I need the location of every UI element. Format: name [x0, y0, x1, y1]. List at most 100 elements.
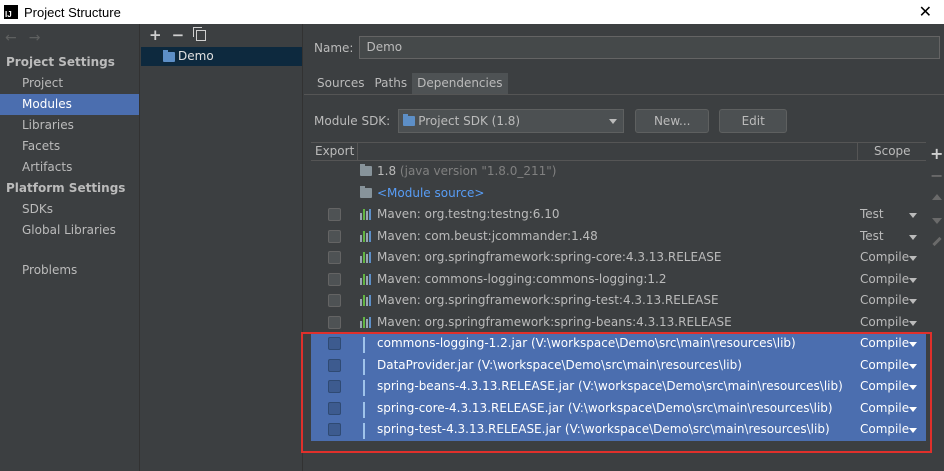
export-checkbox[interactable]	[328, 423, 341, 436]
dependency-name: DataProvider.jar (V:\workspace\Demo\src\…	[377, 357, 742, 372]
dependency-name: commons-logging-1.2.jar (V:\workspace\De…	[377, 336, 796, 350]
sidebar-item-facets[interactable]: Facets	[0, 136, 139, 157]
export-checkbox[interactable]	[328, 337, 341, 350]
copy-icon[interactable]	[193, 26, 207, 41]
chevron-down-icon[interactable]	[909, 385, 917, 390]
sidebar-item-project[interactable]: Project	[0, 73, 139, 94]
module-folder-icon	[163, 49, 175, 62]
module-source-row[interactable]: <Module source>	[311, 183, 926, 205]
close-icon[interactable]: ✕	[919, 2, 932, 21]
table-row[interactable]: commons-logging-1.2.jar (V:\workspace\De…	[311, 333, 926, 355]
history-nav: ← →	[0, 24, 139, 52]
scope-select[interactable]: Compile	[860, 333, 909, 355]
dependency-name: Maven: org.springframework:spring-test:4…	[377, 293, 719, 307]
module-name-field[interactable]: Demo	[359, 36, 941, 59]
scope-select[interactable]: Test	[860, 204, 884, 226]
export-checkbox[interactable]	[328, 380, 341, 393]
add-dependency-icon[interactable]: +	[930, 144, 943, 163]
scope-column-header[interactable]: Scope	[858, 143, 926, 160]
scope-select[interactable]: Compile	[860, 247, 909, 269]
module-sdk-select[interactable]: Project SDK (1.8)	[398, 109, 625, 133]
table-row[interactable]: Maven: org.testng:testng:6.10 Test	[311, 204, 926, 226]
remove-icon[interactable]: −	[172, 26, 185, 44]
dependencies-table: Export Scope 1.8 (java version "1.8.0_21…	[311, 142, 926, 471]
add-icon[interactable]: +	[149, 26, 162, 44]
modules-toolbar: + −	[141, 24, 302, 46]
maven-library-icon	[360, 273, 372, 285]
module-item-demo[interactable]: Demo	[141, 47, 302, 66]
export-checkbox[interactable]	[328, 208, 341, 221]
module-source-label: <Module source>	[377, 185, 485, 200]
platform-settings-heading: Platform Settings	[6, 181, 126, 195]
module-sdk-value: Project SDK (1.8)	[418, 114, 521, 128]
table-row[interactable]: Maven: org.springframework:spring-beans:…	[311, 312, 926, 334]
chevron-down-icon[interactable]	[909, 320, 917, 326]
sidebar-item-artifacts[interactable]: Artifacts	[0, 157, 139, 178]
export-column-header[interactable]: Export	[311, 143, 358, 160]
scope-select[interactable]: Compile	[860, 290, 909, 312]
module-sdk-label: Module SDK:	[314, 114, 391, 128]
chevron-down-icon[interactable]	[909, 299, 917, 304]
tab-sources[interactable]: Sources	[312, 73, 369, 94]
export-checkbox[interactable]	[328, 272, 341, 286]
sidebar-item-libraries[interactable]: Libraries	[0, 115, 139, 136]
sidebar-item-modules[interactable]: Modules	[0, 94, 139, 115]
sidebar-item-problems[interactable]: Problems	[0, 260, 139, 281]
table-row[interactable]: Maven: org.springframework:spring-core:4…	[311, 247, 926, 269]
project-settings-heading: Project Settings	[6, 55, 115, 69]
jar-icon	[360, 401, 365, 418]
table-row[interactable]: spring-beans-4.3.13.RELEASE.jar (V:\work…	[311, 376, 926, 398]
table-row[interactable]: Maven: com.beust:jcommander:1.48 Test	[311, 226, 926, 248]
move-up-icon[interactable]	[932, 194, 942, 200]
remove-dependency-icon[interactable]: −	[930, 166, 943, 185]
export-checkbox[interactable]	[328, 315, 341, 329]
sidebar-item-global-libraries[interactable]: Global Libraries	[0, 220, 139, 241]
scope-select[interactable]: Compile	[860, 419, 909, 441]
table-row[interactable]: Maven: commons-logging:commons-logging:1…	[311, 269, 926, 291]
new-sdk-button[interactable]: New...	[635, 109, 710, 133]
jdk-folder-icon	[360, 164, 372, 176]
tab-dependencies[interactable]: Dependencies	[412, 73, 508, 94]
dependencies-toolbar: + −	[925, 142, 944, 262]
name-label: Name:	[314, 40, 354, 55]
scope-select[interactable]: Test	[860, 226, 884, 248]
arrow-right-icon[interactable]: →	[29, 30, 41, 46]
chevron-down-icon[interactable]	[909, 342, 917, 347]
chevron-down-icon[interactable]	[909, 213, 917, 218]
scope-select[interactable]: Compile	[860, 398, 909, 420]
export-checkbox[interactable]	[328, 358, 341, 372]
scope-select[interactable]: Compile	[860, 376, 909, 398]
table-row[interactable]: Maven: org.springframework:spring-test:4…	[311, 290, 926, 312]
chevron-down-icon[interactable]	[909, 234, 917, 240]
export-checkbox[interactable]	[328, 294, 341, 307]
sdk-dependency-row[interactable]: 1.8 (java version "1.8.0_211")	[311, 161, 926, 183]
chevron-down-icon[interactable]	[909, 406, 917, 412]
dependency-name: Maven: com.beust:jcommander:1.48	[377, 228, 598, 243]
table-row[interactable]: spring-core-4.3.13.RELEASE.jar (V:\works…	[311, 397, 926, 420]
sidebar-item-sdks[interactable]: SDKs	[0, 199, 139, 220]
jar-icon	[360, 380, 365, 396]
export-checkbox[interactable]	[328, 401, 341, 415]
dependency-name: spring-beans-4.3.13.RELEASE.jar (V:\work…	[377, 379, 843, 393]
chevron-down-icon[interactable]	[909, 277, 917, 283]
arrow-left-icon[interactable]: ←	[5, 30, 17, 46]
chevron-down-icon[interactable]	[909, 256, 917, 261]
table-row[interactable]: DataProvider.jar (V:\workspace\Demo\src\…	[311, 354, 926, 377]
export-checkbox[interactable]	[328, 229, 341, 243]
jar-icon	[360, 358, 365, 375]
chevron-down-icon[interactable]	[909, 363, 917, 369]
export-checkbox[interactable]	[328, 251, 341, 264]
module-label: Demo	[178, 49, 214, 63]
settings-sidebar: ← → Project Settings Project Modules Lib…	[0, 24, 140, 471]
tab-paths[interactable]: Paths	[369, 73, 412, 94]
dependency-rows: Maven: org.testng:testng:6.10 Test Maven: …	[311, 204, 926, 441]
move-down-icon[interactable]	[932, 218, 942, 224]
table-row[interactable]: spring-test-4.3.13.RELEASE.jar (V:\works…	[311, 419, 926, 441]
edit-sdk-button[interactable]: Edit	[719, 109, 788, 133]
edit-pencil-icon[interactable]	[932, 236, 942, 247]
chevron-down-icon	[609, 119, 618, 124]
chevron-down-icon[interactable]	[909, 428, 917, 433]
scope-select[interactable]: Compile	[860, 312, 909, 334]
scope-select[interactable]: Compile	[860, 355, 909, 377]
scope-select[interactable]: Compile	[860, 269, 909, 291]
